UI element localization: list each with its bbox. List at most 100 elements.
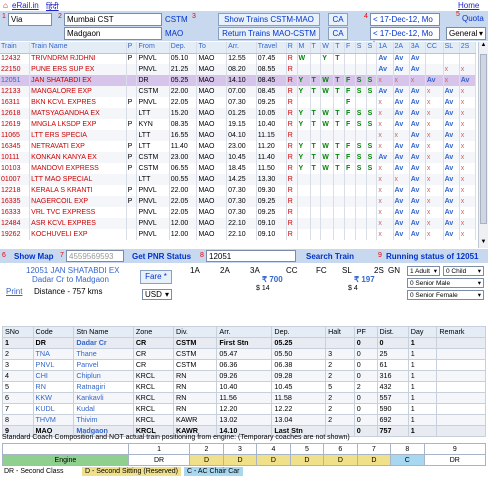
train-column-header[interactable]: S [366,42,378,54]
quota-select[interactable]: General ▾ [446,27,486,40]
train-row[interactable]: 16335 NAGERCOIL EXP P PNVL 22.05 MAO 07.30 09.2… [0,196,477,207]
train-row[interactable]: 19262 KOCHUVELI EXP PNVL 12.00 MAO 22.10 09.10… [0,229,477,240]
train-column-header[interactable]: P [126,42,138,54]
train-column-header[interactable]: SL [443,42,460,54]
train-name[interactable]: BKN KCVL EXPRES [29,97,127,108]
route-row[interactable]: 8 THVM Thivim KRCL KAWR 13.02 13.04 2 0 692 1 [2,414,486,426]
train-row[interactable]: 12218 KERALA S KRANTI P PNVL 22.00 MAO 07.30 09… [0,185,477,196]
show-map-link[interactable]: Show Map [14,252,54,261]
train-name[interactable]: KOCHUVELI EXP [29,229,127,240]
fare-class-3a[interactable]: 3A [250,266,260,275]
route-row[interactable]: 6 KKW Kankavli KRCL RN 11.56 11.58 2 0 557 1 [2,392,486,404]
train-row[interactable]: 16345 NETRAVATI EXP P LTT 11.40 MAO 23.00 11.20… [0,141,477,152]
train-column-header[interactable]: 3A [409,42,426,54]
station-name[interactable]: Ratnagiri [73,381,134,393]
date-picker-1[interactable]: < 17-Dec-12, Mo > [370,13,440,34]
scroll-down-icon[interactable]: ▼ [479,239,488,248]
train-number[interactable]: 16311 [0,97,31,108]
train-row[interactable]: 12432 TRIVNDRM RJDHNI P PNVL 05.10 MAO 12.55 07… [0,53,477,64]
train-column-header[interactable]: T [310,42,322,54]
train-number[interactable]: 11065 [0,130,31,141]
train-number[interactable]: 10111 [0,152,31,163]
train-name[interactable]: KERALA S KRANTI [29,185,127,196]
train-column-header[interactable]: Travel [256,42,287,54]
fare-class-cc[interactable]: CC [286,266,298,275]
train-column-header[interactable]: From [136,42,170,54]
currency-select[interactable]: USD ▾ [142,289,172,300]
route-row[interactable]: 3 PNVL Panvel CR CSTM 06.36 06.38 2 0 61 1 [2,359,486,371]
train-number[interactable]: 01007 [0,174,31,185]
train-number[interactable]: 12051 [0,75,31,86]
train-name[interactable]: TRIVNDRM RJDHNI [29,53,127,64]
to-station-input[interactable]: Madgaon [64,27,162,40]
route-row[interactable]: 5 RN Ratnagiri KRCL RN 10.40 10.45 5 2 432 1 [2,381,486,393]
train-name[interactable]: PUNE ERS SUP EX [29,64,127,75]
train-row[interactable]: 22150 PUNE ERS SUP EX PNVL 21.25 MAO 08.20 08.… [0,64,477,75]
train-column-header[interactable]: Arr. [226,42,257,54]
home-icon[interactable]: ⌂ [3,1,8,10]
senior-male-select[interactable]: 0 Senior Male ▾ [407,278,484,288]
train-number[interactable]: 12218 [0,185,31,196]
train-name[interactable]: KONKAN KANYA EX [29,152,127,163]
train-number[interactable]: 22150 [0,64,31,75]
train-row[interactable]: 11065 LTT ERS SPECIA LTT 16.55 MAO 04.10 11.15… [0,130,477,141]
train-number[interactable]: 12484 [0,218,31,229]
train-row[interactable]: 10111 KONKAN KANYA EX P CSTM 23.00 MAO 10.45 11… [0,152,477,163]
train-column-header[interactable]: To [196,42,228,54]
running-status-link[interactable]: Running status of 12051 [386,252,478,261]
fare-class-gn[interactable]: GN [388,266,400,275]
train-column-header[interactable]: M [297,42,311,54]
train-name[interactable]: NAGERCOIL EXP [29,196,127,207]
train-name[interactable]: NETRAVATI EXP [29,141,127,152]
train-number[interactable]: 12619 [0,119,31,130]
ca-button-2[interactable]: CA [328,27,348,40]
pnr-input[interactable]: 4559569593 [66,250,124,262]
station-name[interactable]: Chiplun [73,370,134,382]
train-number[interactable]: 12133 [0,86,31,97]
home-link[interactable]: Home [458,1,479,10]
station-name[interactable]: Kankavli [73,392,134,404]
train-name[interactable]: MNGLA LKSDP EXP [29,119,127,130]
route-row[interactable]: 2 TNA Thane CR CSTM 05.47 05.50 3 0 25 1 [2,348,486,360]
train-number-input[interactable]: 12051 [206,250,296,262]
date-picker-2[interactable]: < 17-Dec-12, Mo > [370,27,440,48]
fare-class-2s[interactable]: 2S [374,266,384,275]
show-trains-button[interactable]: Show Trains CSTM-MAO [218,13,320,26]
fare-class-sl[interactable]: SL [342,266,352,275]
train-row[interactable]: 12133 MANGALORE EXP CSTM 22.00 MAO 07.00 08.45… [0,86,477,97]
station-name[interactable]: Thivim [73,414,134,426]
train-row[interactable]: 12051 JAN SHATABDI EX DR 05.25 MAO 14.10 08.45… [0,75,477,86]
train-column-header[interactable]: S [355,42,367,54]
train-column-header[interactable]: Train [0,42,31,54]
senior-female-select[interactable]: 0 Senior Female ▾ [407,290,484,300]
fare-class-1a[interactable]: 1A [190,266,200,275]
train-number[interactable]: 12618 [0,108,31,119]
train-number[interactable]: 12432 [0,53,31,64]
station-name[interactable]: Kudal [73,403,134,415]
route-row[interactable]: 7 KUDL Kudal KRCL RN 12.20 12.22 2 0 590 1 [2,403,486,415]
train-column-header[interactable]: F [344,42,356,54]
train-name[interactable]: VRL TVC EXPRESS [29,207,127,218]
train-number[interactable]: 19262 [0,229,31,240]
train-number[interactable]: 16345 [0,141,31,152]
train-column-header[interactable]: Dep. [169,42,198,54]
train-name[interactable]: JAN SHATABDI EX [29,75,127,86]
return-trains-button[interactable]: Return Trains MAO-CSTM [218,27,320,40]
train-column-header[interactable]: W [320,42,335,54]
train-column-header[interactable]: 2A [393,42,410,54]
route-row[interactable]: 4 CHI Chiplun KRCL RN 09.26 09.28 2 0 316 1 [2,370,486,382]
fare-class-2a[interactable]: 2A [220,266,230,275]
adult-select[interactable]: 1 Adult ▾ [407,266,440,276]
via-input[interactable]: Via [8,13,52,26]
ca-button-1[interactable]: CA [328,13,348,26]
route-row[interactable]: 1 DR Dadar Cr CR CSTM First Stn 05.25 0 0 1 [2,337,486,349]
train-number[interactable]: 10103 [0,163,31,174]
search-train-button[interactable]: Search Train [306,252,354,261]
child-select[interactable]: 0 Child ▾ [443,266,484,276]
print-link[interactable]: Print [6,287,22,296]
train-name[interactable]: MANDOVI EXPRESS [29,163,127,174]
from-station-input[interactable]: Mumbai CST [64,13,162,26]
train-name[interactable]: ASR KCVL EXPRES [29,218,127,229]
station-name[interactable]: Panvel [73,359,134,371]
train-name[interactable]: MATSYAGANDHA EX [29,108,127,119]
